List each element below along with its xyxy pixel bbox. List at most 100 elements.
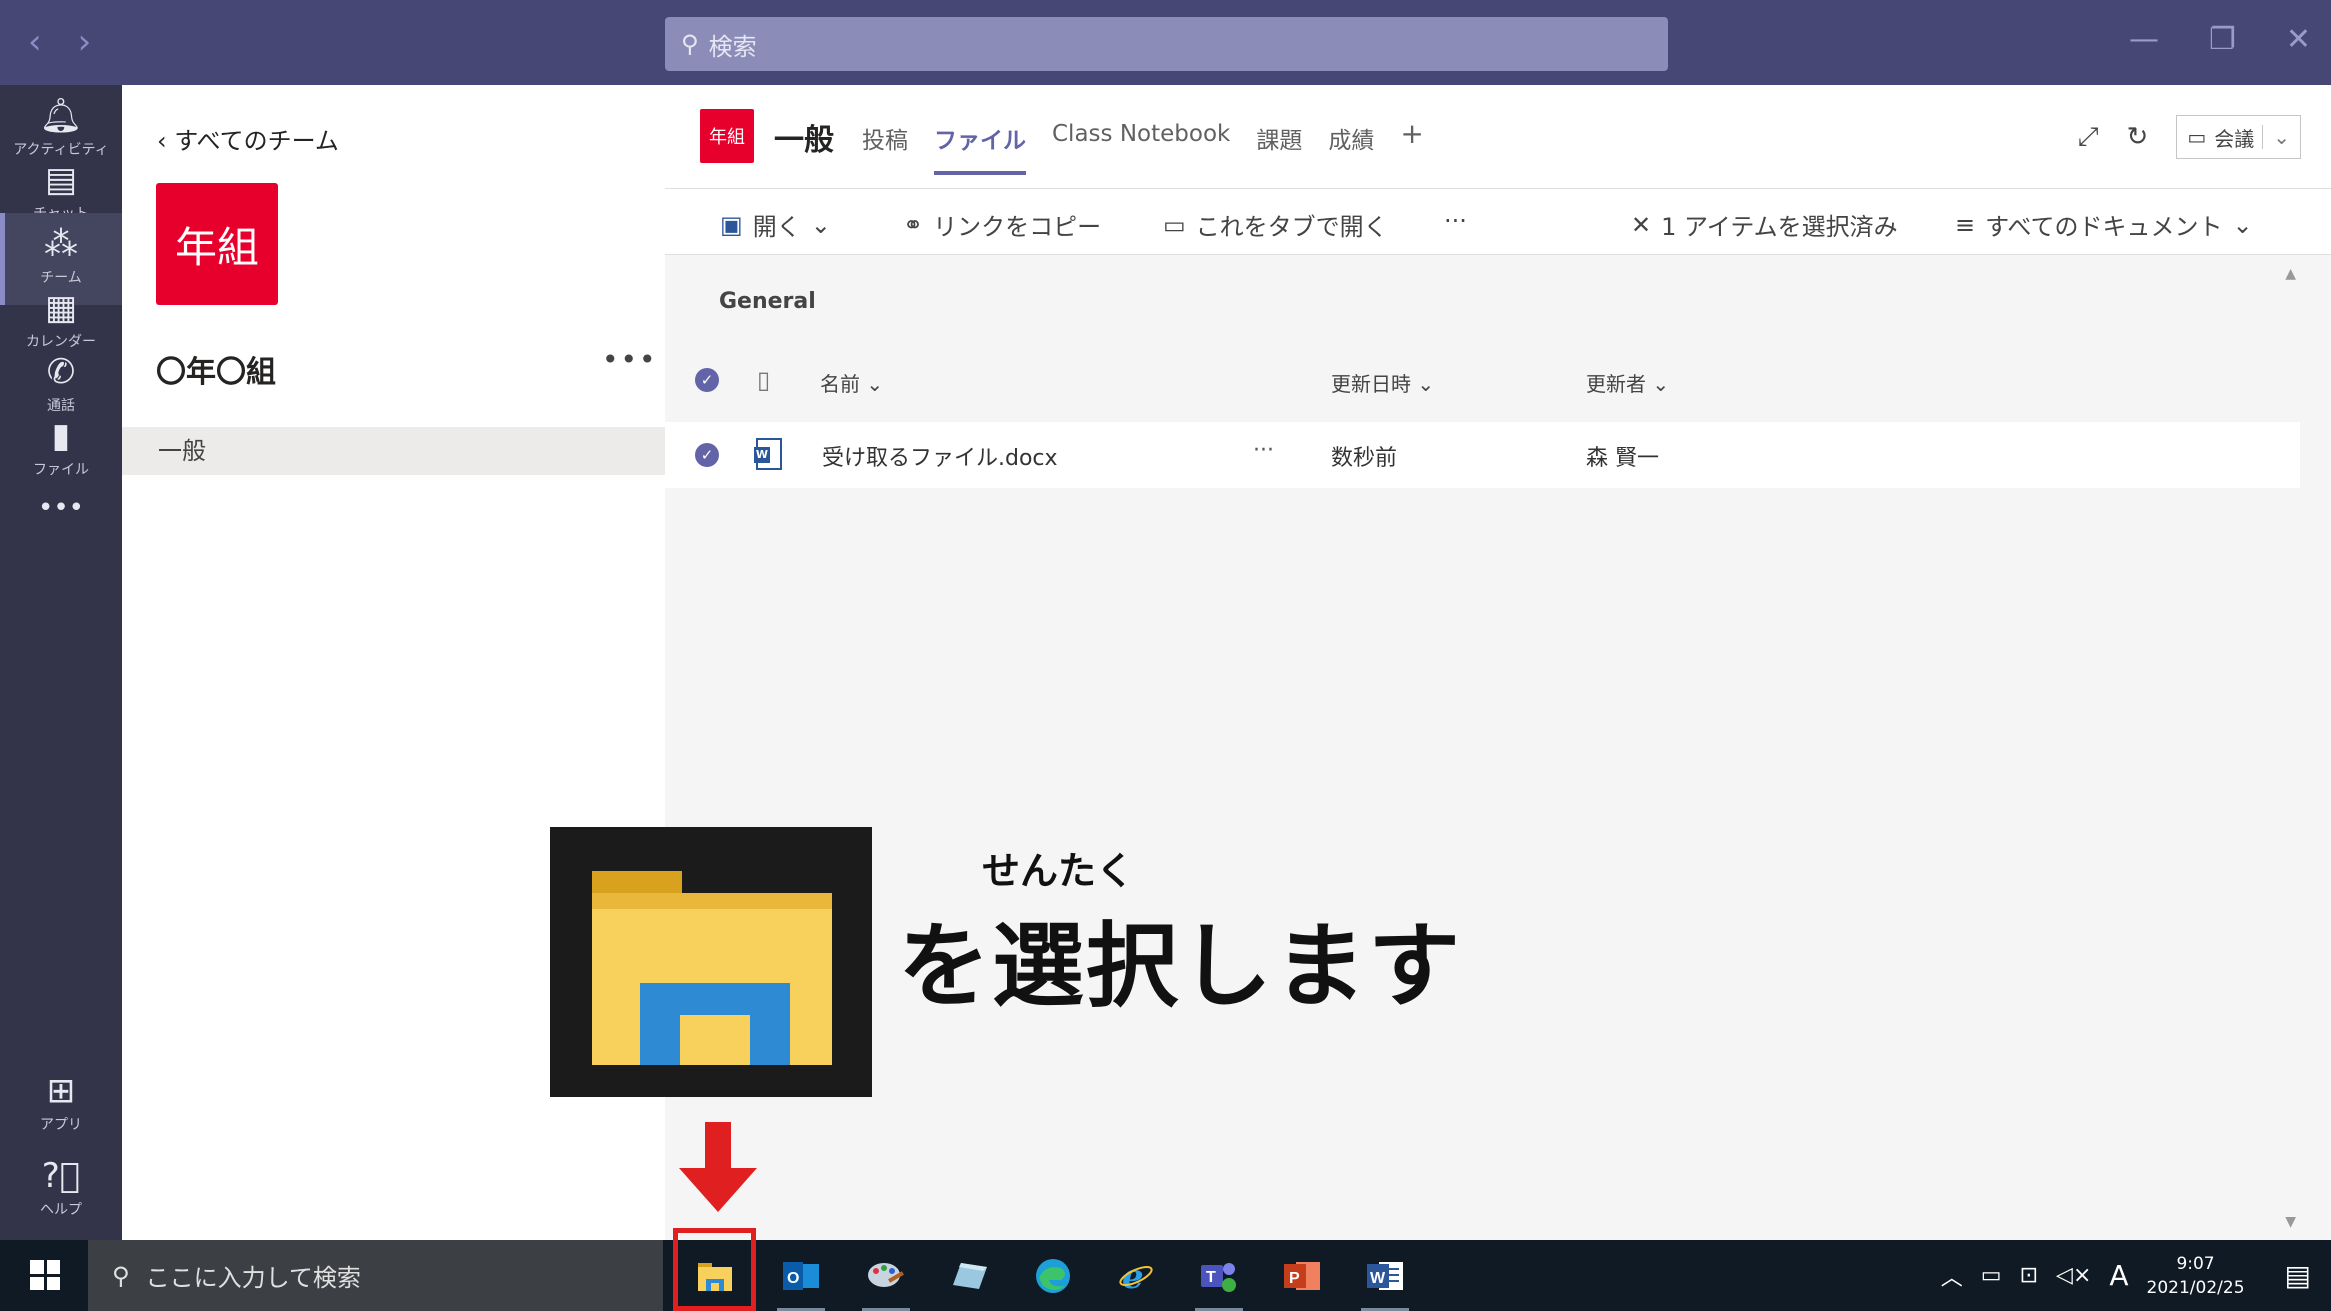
back-arrow-icon[interactable]: ‹ <box>28 22 42 62</box>
all-teams-link[interactable]: ‹ すべてのチーム <box>157 121 339 156</box>
selected-count-label: 1 アイテムを選択済み <box>1661 213 1898 241</box>
all-teams-label: すべてのチーム <box>174 127 339 155</box>
restore-icon[interactable]: ❐ <box>2209 22 2236 57</box>
word-doc-icon <box>754 438 782 470</box>
folder-heading: General <box>719 289 816 314</box>
chevron-down-icon: ⌄ <box>2232 210 2253 239</box>
ime-indicator[interactable]: A <box>2109 1259 2128 1292</box>
teams-icon: ⁂ <box>44 224 78 264</box>
rail-item-more[interactable]: ••• <box>0 469 122 561</box>
link-icon: ⚭ <box>903 210 924 239</box>
app-rail: 🔔︎ アクティビティ ▤ チャット ⁂ チーム ▦ カレンダー ✆ 通話 ▮ フ… <box>0 85 122 1240</box>
column-header-row: ✓ ▯ 名前 ⌄ 更新日時 ⌄ 更新者 ⌄ <box>665 358 2300 402</box>
rail-item-help[interactable]: ?⃝ ヘルプ <box>0 1145 122 1237</box>
channel-title: 一般 <box>774 123 834 158</box>
search-icon: ⚲ <box>112 1261 130 1290</box>
folder-icon <box>592 871 832 1065</box>
word-icon: ▣ <box>720 210 743 239</box>
tab-grades[interactable]: 成績 <box>1328 121 1374 155</box>
forward-arrow-icon[interactable]: › <box>78 22 92 62</box>
clock[interactable]: 9:07 2021/02/25 <box>2147 1252 2245 1300</box>
clock-date: 2021/02/25 <box>2146 1277 2245 1298</box>
column-modified-by-label: 更新者 <box>1586 372 1646 396</box>
file-name[interactable]: 受け取るファイル.docx <box>822 440 1058 472</box>
file-modified: 数秒前 <box>1331 446 1398 471</box>
file-list: General ✓ ▯ 名前 ⌄ 更新日時 ⌄ 更新者 ⌄ ✓ 受け取るファイル… <box>665 256 2300 1240</box>
highlight-box <box>673 1228 756 1311</box>
clear-selection-button[interactable]: ✕ 1 アイテムを選択済み <box>1631 207 1898 242</box>
select-all-checkbox[interactable]: ✓ <box>695 368 719 392</box>
open-button[interactable]: ▣ 開く ⌄ <box>720 207 831 242</box>
furigana: せんたく <box>982 849 1135 893</box>
row-checkbox[interactable]: ✓ <box>695 443 719 467</box>
window-controls: — ❐ ✕ <box>2129 22 2311 57</box>
view-selector[interactable]: ≡ すべてのドキュメント ⌄ <box>1955 207 2253 242</box>
scroll-down-icon[interactable]: ▼ <box>2285 1214 2296 1230</box>
file-explorer-callout <box>550 827 872 1097</box>
tab-assignments[interactable]: 課題 <box>1256 121 1302 155</box>
chevron-down-icon[interactable]: ⌄ <box>2262 125 2290 149</box>
speaker-muted-icon[interactable]: ◁× <box>2056 1263 2091 1288</box>
taskbar: ⚲ ここに入力して検索 O e T P W ︿ ▭ ⊡ ◁× A 9:07 20… <box>0 1240 2331 1311</box>
tab-class-notebook[interactable]: Class Notebook <box>1052 121 1230 155</box>
copy-link-button[interactable]: ⚭ リンクをコピー <box>903 207 1101 242</box>
video-icon: ▭ <box>2187 125 2207 149</box>
arrow-head <box>679 1168 757 1212</box>
edge-icon[interactable] <box>1027 1250 1079 1302</box>
svg-text:W: W <box>1370 1270 1386 1287</box>
channel-header: 年組 一般 投稿 ファイル Class Notebook 課題 成績 + ⤢ ↻… <box>665 85 2331 189</box>
svg-text:P: P <box>1289 1270 1300 1287</box>
windows-start-icon[interactable] <box>30 1260 60 1290</box>
internet-explorer-icon[interactable]: e <box>1110 1250 1162 1302</box>
nav-arrows: ‹ › <box>28 22 91 62</box>
tab-posts[interactable]: 投稿 <box>862 121 908 155</box>
powerpoint-icon[interactable]: P <box>1276 1250 1328 1302</box>
chevron-up-icon[interactable]: ︿ <box>1941 1260 1963 1292</box>
file-type-icon: ▯ <box>757 366 771 394</box>
refresh-icon[interactable]: ↻ <box>2127 122 2149 152</box>
battery-icon[interactable]: ▭ <box>1981 1263 2002 1288</box>
instruction-text: を選択します <box>898 913 1463 1020</box>
file-icon: ▮ <box>51 416 71 456</box>
column-name[interactable]: 名前 ⌄ <box>820 368 883 397</box>
taskbar-search[interactable]: ⚲ ここに入力して検索 <box>88 1240 663 1311</box>
channel-item-general[interactable]: 一般 <box>122 427 665 475</box>
channel-tabs: 投稿 ファイル Class Notebook 課題 成績 + <box>862 117 1424 175</box>
add-tab-button[interactable]: + <box>1400 117 1423 155</box>
rail-label: アプリ <box>40 1117 82 1133</box>
clock-time: 9:07 <box>2176 1253 2215 1274</box>
chat-icon: ▤ <box>44 160 78 200</box>
snip-icon[interactable] <box>944 1250 996 1302</box>
word-app-icon[interactable]: W <box>1359 1250 1411 1311</box>
meeting-button[interactable]: ▭ 会議 ⌄ <box>2176 115 2301 159</box>
title-bar: ‹ › ⚲ 検索 — ❐ ✕ <box>0 0 2331 85</box>
toolbar-more-button[interactable]: ··· <box>1444 207 1467 235</box>
network-icon[interactable]: ⊡ <box>2020 1263 2038 1288</box>
bell-icon: 🔔︎ <box>39 96 83 136</box>
rail-item-apps[interactable]: ⊞ アプリ <box>0 1060 122 1152</box>
teams-app-icon[interactable]: T <box>1193 1250 1245 1311</box>
scroll-up-icon[interactable]: ▲ <box>2285 266 2296 282</box>
open-in-tab-label: これをタブで開く <box>1195 213 1388 241</box>
paint-icon[interactable] <box>860 1250 912 1311</box>
channel-logo: 年組 <box>700 109 754 163</box>
rail-label: ヘルプ <box>40 1202 82 1218</box>
minimize-icon[interactable]: — <box>2129 22 2159 57</box>
svg-text:T: T <box>1206 1269 1216 1286</box>
column-modified[interactable]: 更新日時 ⌄ <box>1331 368 1434 397</box>
column-modified-by[interactable]: 更新者 ⌄ <box>1586 368 1669 397</box>
search-placeholder: 検索 <box>708 32 757 61</box>
expand-icon[interactable]: ⤢ <box>2078 122 2099 153</box>
search-input[interactable]: ⚲ 検索 <box>665 17 1668 71</box>
row-more-button[interactable]: ··· <box>1253 438 1274 463</box>
team-more-button[interactable]: ••• <box>602 343 658 376</box>
taskbar-search-placeholder: ここに入力して検索 <box>145 1264 361 1292</box>
outlook-icon[interactable]: O <box>775 1250 827 1311</box>
open-in-tab-button[interactable]: ▭ これをタブで開く <box>1163 207 1388 242</box>
tab-icon: ▭ <box>1163 210 1186 239</box>
close-icon[interactable]: ✕ <box>2286 22 2311 57</box>
tab-files[interactable]: ファイル <box>934 121 1026 175</box>
arrow-down-icon <box>705 1122 731 1170</box>
table-row[interactable]: ✓ 受け取るファイル.docx ··· 数秒前 森 賢一 <box>665 422 2300 488</box>
notification-icon[interactable]: ▤ <box>2285 1259 2311 1292</box>
